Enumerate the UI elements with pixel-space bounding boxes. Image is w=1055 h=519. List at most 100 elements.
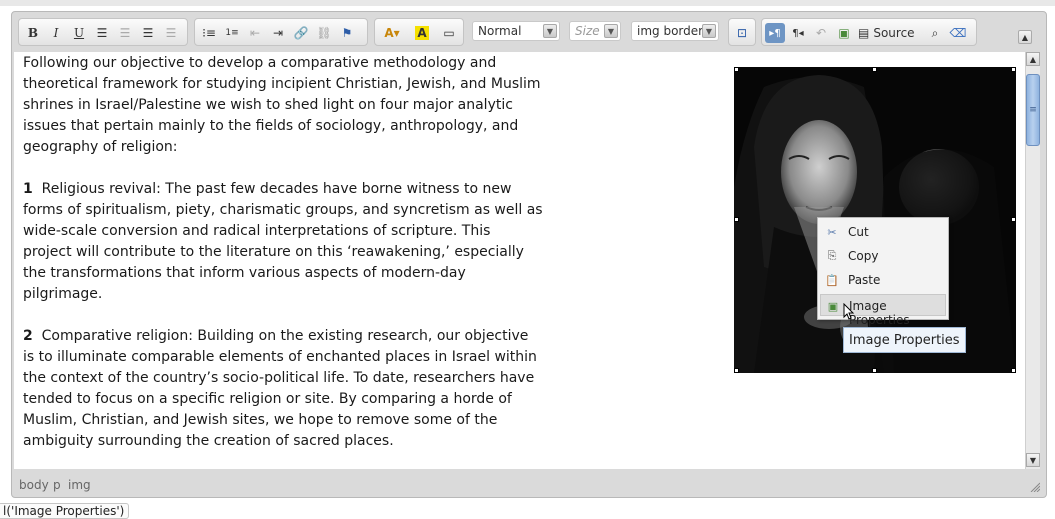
link-button[interactable]: 🔗 bbox=[291, 23, 311, 43]
undo-icon: ↶ bbox=[815, 26, 827, 40]
toolbar-group-colors: A▾ A ▭ bbox=[374, 18, 464, 46]
resize-handle-w[interactable] bbox=[734, 217, 739, 222]
unlink-icon: ⛓ bbox=[316, 26, 332, 40]
resize-handle-s[interactable] bbox=[872, 368, 877, 373]
flag-icon: ⚑ bbox=[341, 26, 353, 40]
document-icon: ▤ bbox=[858, 26, 870, 40]
size-select[interactable]: Size ▼ bbox=[569, 21, 621, 41]
menu-item-copy[interactable]: ⎘ Copy bbox=[820, 245, 946, 267]
source-button[interactable]: ▤ Source bbox=[858, 23, 920, 43]
eraser-icon: ⌫ bbox=[949, 26, 967, 40]
toolbar-group-blocks: ⊡ bbox=[728, 18, 756, 46]
source-label: Source bbox=[873, 26, 915, 40]
scroll-thumb[interactable]: ≡ bbox=[1026, 74, 1040, 146]
justify-button[interactable]: ☰ bbox=[161, 23, 181, 43]
align-right-button[interactable]: ☰ bbox=[138, 23, 158, 43]
resize-handle-n[interactable] bbox=[872, 67, 877, 72]
align-left-button[interactable]: ☰ bbox=[92, 23, 112, 43]
chevron-down-icon: ▼ bbox=[604, 24, 618, 38]
horizontal-rule-icon: ▭ bbox=[443, 26, 455, 40]
show-blocks-button[interactable]: ⊡ bbox=[732, 23, 752, 43]
undo-button[interactable]: ↶ bbox=[811, 23, 831, 43]
remove-format-button[interactable]: ⌫ bbox=[948, 23, 968, 43]
paragraph-1: 1 Religious revival: The past few decade… bbox=[23, 179, 543, 305]
format-select[interactable]: Normal ▼ bbox=[472, 21, 560, 41]
paragraph-number: 2 bbox=[23, 328, 33, 344]
context-menu: ✂ Cut ⎘ Copy 📋 Paste ▣ Image Properties bbox=[817, 217, 949, 327]
scissors-icon: ✂ bbox=[827, 225, 837, 239]
indent-button[interactable]: ⇥ bbox=[268, 23, 288, 43]
menu-item-label: Image Properties bbox=[849, 299, 910, 327]
path-item-body[interactable]: body bbox=[19, 478, 49, 492]
toolbar-collapse-button[interactable]: ▲ bbox=[1018, 30, 1032, 44]
unlink-button[interactable]: ⛓ bbox=[314, 23, 334, 43]
highlight-color-icon: A bbox=[415, 26, 429, 40]
format-select-value: Normal bbox=[478, 24, 522, 38]
resize-handle-ne[interactable] bbox=[1011, 67, 1016, 72]
path-item-img[interactable]: img bbox=[68, 478, 91, 492]
anchor-button[interactable]: ⚑ bbox=[337, 23, 357, 43]
ltr-button[interactable]: ▸¶ bbox=[765, 23, 785, 43]
triangle-up-icon: ▲ bbox=[1029, 54, 1037, 64]
style-select[interactable]: img border ▼ bbox=[631, 21, 719, 41]
outdent-icon: ⇤ bbox=[249, 26, 261, 40]
numbered-list-button[interactable]: 1≡ bbox=[222, 23, 242, 43]
chevron-down-icon: ▼ bbox=[543, 24, 557, 38]
rtl-button[interactable]: ¶◂ bbox=[788, 23, 808, 43]
bulleted-list-button[interactable]: ⁝≡ bbox=[199, 23, 219, 43]
mouse-cursor-icon bbox=[843, 303, 855, 320]
indent-icon: ⇥ bbox=[272, 26, 284, 40]
chevron-down-icon: ▼ bbox=[702, 24, 716, 38]
copy-icon: ⎘ bbox=[827, 249, 837, 262]
paragraph-text: Religious revival: The past few decades … bbox=[23, 181, 543, 302]
link-icon: 🔗 bbox=[293, 26, 309, 40]
size-select-value: Size bbox=[575, 24, 600, 38]
paragraph-text: Following our objective to develop a com… bbox=[23, 55, 541, 155]
paragraph-text: Comparative religion: Building on the ex… bbox=[23, 328, 537, 449]
paragraph-intro: Following our objective to develop a com… bbox=[23, 53, 543, 158]
background-color-button[interactable]: A bbox=[409, 23, 435, 43]
status-tooltip: l('Image Properties') bbox=[0, 503, 130, 519]
triangle-up-icon: ▲ bbox=[1021, 32, 1029, 42]
toolbar-group-lists: ⁝≡ 1≡ ⇤ ⇥ 🔗 ⛓ ⚑ bbox=[194, 18, 368, 46]
italic-button[interactable]: I bbox=[46, 23, 66, 43]
outdent-button[interactable]: ⇤ bbox=[245, 23, 265, 43]
grip-icon: ≡ bbox=[1029, 105, 1037, 115]
paragraph-number: 1 bbox=[23, 181, 33, 197]
resize-handle-sw[interactable] bbox=[734, 368, 739, 373]
editor-toolbar: B I U ☰ ☰ ☰ ☰ ⁝≡ 1≡ ⇤ ⇥ 🔗 ⛓ ⚑ A▾ A ▭ Nor… bbox=[16, 16, 1034, 48]
style-select-value: img border bbox=[637, 24, 704, 38]
tooltip: Image Properties bbox=[843, 327, 966, 353]
image-icon: ▣ bbox=[827, 299, 839, 313]
underline-button[interactable]: U bbox=[69, 23, 89, 43]
image-button[interactable]: ▣ bbox=[834, 23, 854, 43]
text-color-icon: A▾ bbox=[384, 26, 400, 40]
menu-item-label: Copy bbox=[848, 249, 879, 263]
image-icon: ▣ bbox=[838, 26, 850, 40]
show-blocks-icon: ⊡ bbox=[736, 26, 748, 40]
paragraph-2: 2 Comparative religion: Building on the … bbox=[23, 326, 543, 452]
horizontal-rule-button[interactable]: ▭ bbox=[439, 23, 459, 43]
triangle-down-icon: ▼ bbox=[1029, 455, 1037, 465]
paste-icon: 📋 bbox=[825, 273, 839, 287]
align-center-button[interactable]: ☰ bbox=[115, 23, 135, 43]
path-item-p[interactable]: p bbox=[53, 478, 61, 492]
text-color-button[interactable]: A▾ bbox=[379, 23, 405, 43]
resize-grip-icon[interactable] bbox=[1030, 482, 1040, 492]
resize-handle-se[interactable] bbox=[1011, 368, 1016, 373]
scroll-down-button[interactable]: ▼ bbox=[1026, 453, 1040, 467]
scroll-up-button[interactable]: ▲ bbox=[1026, 52, 1040, 66]
window-top-strip bbox=[0, 0, 1055, 6]
justify-icon: ☰ bbox=[165, 26, 177, 40]
menu-item-paste[interactable]: 📋 Paste bbox=[820, 269, 946, 291]
menu-item-image-properties[interactable]: ▣ Image Properties bbox=[820, 294, 946, 327]
document-text: Following our objective to develop a com… bbox=[23, 53, 543, 469]
resize-handle-e[interactable] bbox=[1011, 217, 1016, 222]
numbered-list-icon: 1≡ bbox=[225, 28, 239, 38]
bold-button[interactable]: B bbox=[23, 23, 43, 43]
preview-button[interactable]: ⌕ bbox=[925, 23, 945, 43]
align-left-icon: ☰ bbox=[96, 26, 108, 40]
menu-item-cut[interactable]: ✂ Cut bbox=[820, 221, 946, 243]
resize-handle-nw[interactable] bbox=[734, 67, 739, 72]
vertical-scrollbar[interactable]: ▲ ≡ ▼ bbox=[1025, 52, 1040, 469]
